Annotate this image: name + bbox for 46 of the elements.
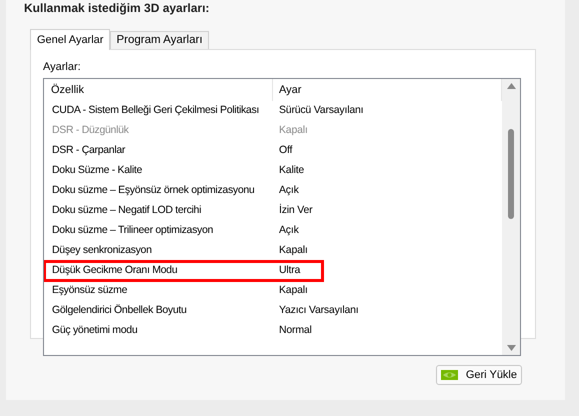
setting-value: Açık xyxy=(279,223,299,238)
tab[interactable]: Genel Ayarlar xyxy=(30,29,110,50)
setting-value: Off xyxy=(279,143,292,158)
setting-value: Kalite xyxy=(279,163,304,178)
feature-name: DSR - Düzgünlük xyxy=(52,123,129,138)
settings-row[interactable]: Düşük Gecikme Oranı Modu Ultra xyxy=(44,261,323,281)
setting-value: İzin Ver xyxy=(279,203,312,218)
feature-name: Doku Süzme - Kalite xyxy=(52,163,142,178)
settings-row[interactable]: Doku süzme – Eşyönsüz örnek optimizasyonu Açık xyxy=(44,181,502,201)
setting-value: Kapalı xyxy=(279,243,308,258)
feature-name: Güç yönetimi modu xyxy=(52,323,138,338)
scroll-up-icon[interactable] xyxy=(506,83,516,89)
settings-row[interactable]: Güç yönetimi modu Normal xyxy=(44,321,502,341)
settings-label: Ayarlar: xyxy=(43,60,82,74)
feature-name: Doku süzme – Trilineer optimizasyon xyxy=(52,223,214,238)
setting-value: Yazıcı Varsayılanı xyxy=(279,303,358,318)
section-heading: Kullanmak istediğim 3D ayarları: xyxy=(24,1,210,15)
settings-row[interactable]: DSR - Çarpanlar Off xyxy=(44,141,502,161)
setting-value: Ultra xyxy=(279,263,300,278)
settings-row[interactable]: CUDA - Sistem Belleği Geri Çekilmesi Politikası Sürücü Varsayılanı xyxy=(44,101,502,121)
eye-logo-icon xyxy=(440,370,458,380)
settings-row[interactable]: Düşey senkronizasyon Kapalı xyxy=(44,241,502,261)
settings-row[interactable]: Gölgelendirici Önbellek Boyutu Yazıcı Varsayılanı xyxy=(44,301,502,321)
setting-value: Normal xyxy=(279,323,312,338)
feature-name: Gölgelendirici Önbellek Boyutu xyxy=(52,303,187,318)
settings-row[interactable]: Doku süzme – Trilineer optimizasyon Açık xyxy=(44,221,502,241)
feature-name: Düşük Gecikme Oranı Modu xyxy=(52,263,178,278)
settings-row[interactable]: Doku süzme – Negatif LOD tercihi İzin Ver xyxy=(44,201,502,221)
feature-name: DSR - Çarpanlar xyxy=(52,143,126,158)
settings-row[interactable]: Eşyönsüz süzme Kapalı xyxy=(44,281,502,301)
scroll-thumb[interactable] xyxy=(508,129,514,219)
setting-value: Açık xyxy=(279,183,299,198)
setting-value: Kapalı xyxy=(279,283,308,298)
feature-name: CUDA - Sistem Belleği Geri Çekilmesi Politikası xyxy=(52,103,260,118)
tab[interactable]: Program Ayarları xyxy=(110,31,209,49)
restore-button[interactable]: Geri Yükle xyxy=(436,365,522,385)
feature-name: Doku süzme – Negatif LOD tercihi xyxy=(52,203,202,218)
setting-value: Kapalı xyxy=(279,123,308,138)
scrollbar[interactable] xyxy=(502,79,520,355)
feature-name: Eşyönsüz süzme xyxy=(52,283,128,298)
feature-name: Düşey senkronizasyon xyxy=(52,243,152,258)
setting-value: Sürücü Varsayılanı xyxy=(279,103,364,118)
settings-row[interactable]: Doku Süzme - Kalite Kalite xyxy=(44,161,502,181)
column-header[interactable]: Özellik xyxy=(44,79,273,101)
feature-name: Doku süzme – Eşyönsüz örnek optimizasyonu xyxy=(52,183,254,198)
scroll-down-icon[interactable] xyxy=(506,345,516,351)
